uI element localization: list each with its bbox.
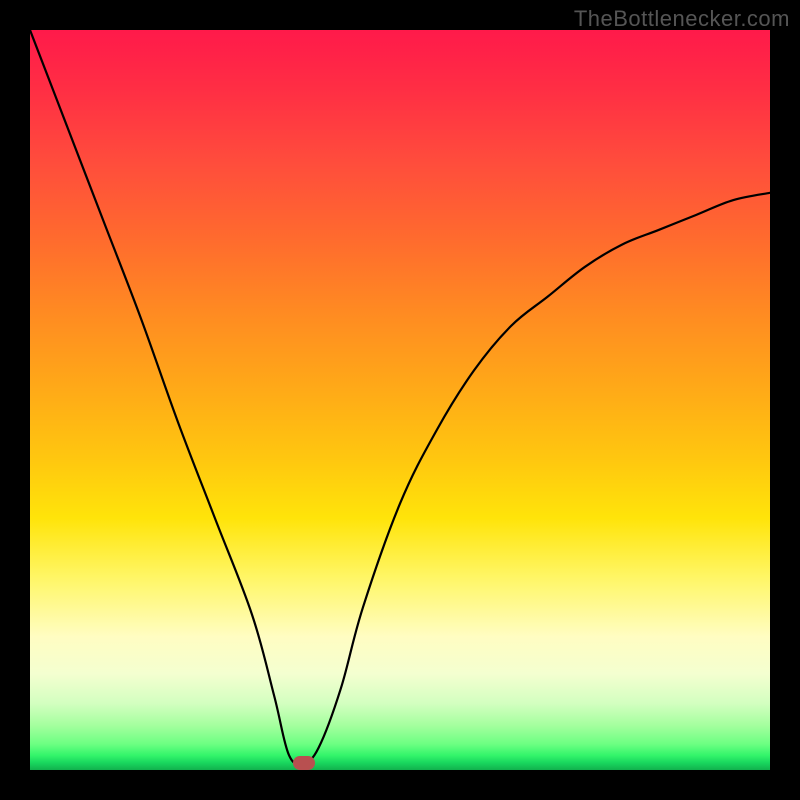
chart-frame: TheBottlenecker.com xyxy=(0,0,800,800)
curve-path xyxy=(30,30,770,764)
bottleneck-curve xyxy=(30,30,770,770)
optimal-marker xyxy=(293,756,315,770)
watermark-text: TheBottlenecker.com xyxy=(574,6,790,32)
plot-area xyxy=(30,30,770,770)
